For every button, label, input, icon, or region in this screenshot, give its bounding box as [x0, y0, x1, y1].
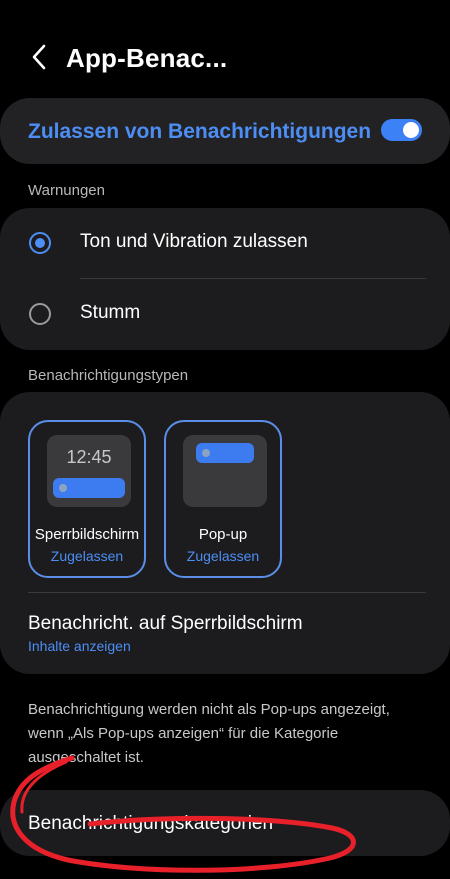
- tile-lockscreen[interactable]: 12:45 Sperrbildschirm Zugelassen: [28, 420, 146, 578]
- popup-bar-icon: [196, 443, 254, 463]
- chevron-left-icon[interactable]: [26, 42, 56, 72]
- radio-unselected-icon[interactable]: [29, 303, 51, 325]
- lockscreen-notifications-subtitle: Inhalte anzeigen: [28, 638, 131, 654]
- page-title: App-Benac...: [66, 43, 228, 73]
- notification-types-card: 12:45 Sperrbildschirm Zugelassen Pop-up …: [0, 392, 450, 674]
- allow-notifications-label: Zulassen von Benachrichtigungen: [28, 120, 372, 143]
- tile-popup[interactable]: Pop-up Zugelassen: [164, 420, 282, 578]
- top-app-bar: App-Benac...: [0, 28, 450, 88]
- info-text: Benachrichtigung werden nicht als Pop-up…: [28, 701, 390, 766]
- section-title-notification-types: Benachrichtigungstypen: [28, 367, 189, 384]
- section-title-warnings: Warnungen: [28, 182, 105, 199]
- lockscreen-preview: 12:45: [47, 435, 131, 507]
- notification-categories-row[interactable]: Benachrichtigungskategorien: [0, 790, 450, 856]
- tile-status: Zugelassen: [186, 548, 260, 564]
- tile-label: Sperrbildschirm: [34, 526, 140, 543]
- tile-status: Zugelassen: [50, 548, 124, 564]
- divider: [28, 592, 426, 593]
- allow-notifications-row[interactable]: Zulassen von Benachrichtigungen: [0, 98, 450, 164]
- notification-bar-icon: [53, 478, 125, 498]
- option-label: Ton und Vibration zulassen: [80, 231, 308, 252]
- option-label: Stumm: [80, 302, 141, 323]
- option-mute[interactable]: Stumm: [0, 279, 450, 349]
- tile-label: Pop-up: [198, 526, 248, 543]
- toggle-knob: [403, 122, 419, 138]
- popup-preview: [183, 435, 267, 507]
- option-sound-vibration[interactable]: Ton und Vibration zulassen: [0, 208, 450, 278]
- radio-selected-icon[interactable]: [29, 232, 51, 254]
- lockscreen-notifications-title: Benachricht. auf Sperrbildschirm: [28, 613, 303, 634]
- allow-notifications-toggle[interactable]: [381, 119, 422, 141]
- warnings-card: Ton und Vibration zulassen Stumm: [0, 208, 450, 350]
- notification-categories-label: Benachrichtigungskategorien: [28, 813, 274, 834]
- preview-clock: 12:45: [66, 447, 112, 467]
